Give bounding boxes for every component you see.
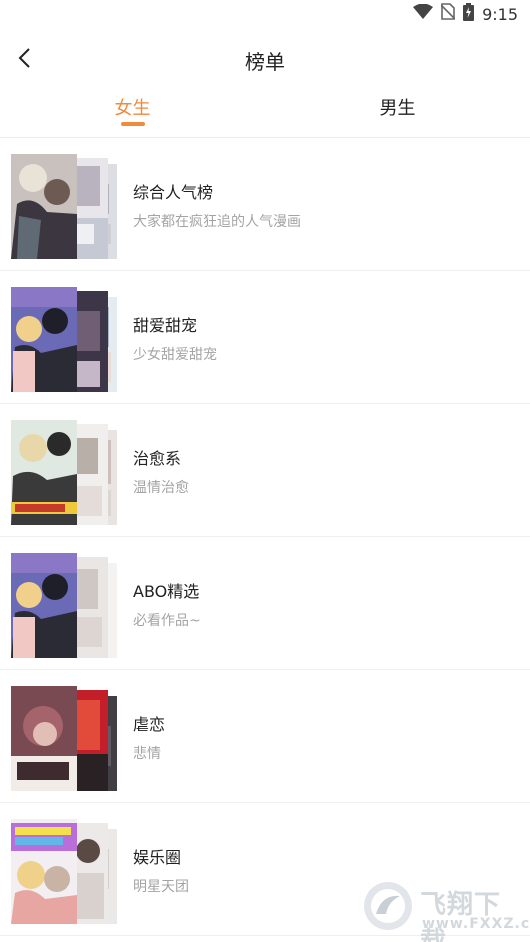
watermark: 飞翔下载 www.FXXZ.com — [362, 880, 530, 942]
ranking-title: 娱乐圈 — [133, 848, 182, 867]
tab-female[interactable]: 女生 — [0, 88, 265, 138]
tab-label: 男生 — [379, 98, 416, 119]
watermark-logo-icon — [362, 882, 414, 936]
ranking-subtitle: 悲情 — [133, 746, 161, 762]
ranking-title: 甜爱甜宠 — [133, 316, 198, 335]
cover-image — [11, 686, 77, 791]
ranking-subtitle: 温情治愈 — [133, 480, 189, 496]
ranking-subtitle: 大家都在疯狂追的人气漫画 — [133, 214, 301, 230]
status-icons: 9:15 — [413, 2, 518, 26]
tab-male[interactable]: 男生 — [265, 88, 530, 138]
battery-charging-icon — [463, 2, 475, 26]
ranking-item[interactable]: 综合人气榜 大家都在疯狂追的人气漫画 — [0, 138, 530, 271]
no-sim-icon — [440, 3, 456, 25]
cover-stack — [11, 553, 117, 658]
cover-image — [11, 553, 77, 658]
cover-stack — [11, 154, 117, 259]
watermark-text: 飞翔下载 — [420, 890, 502, 942]
ranking-item[interactable]: ABO精选 必看作品~ — [0, 537, 530, 670]
ranking-list: 综合人气榜 大家都在疯狂追的人气漫画 甜爱甜宠 少女甜爱甜宠 治愈系 温情治愈 … — [0, 138, 530, 936]
ranking-subtitle: 少女甜爱甜宠 — [133, 347, 217, 363]
ranking-item[interactable]: 治愈系 温情治愈 — [0, 404, 530, 537]
watermark-domain: www.FXXZ.com — [422, 916, 530, 932]
ranking-title: 综合人气榜 — [133, 183, 214, 202]
cover-stack — [11, 287, 117, 392]
wifi-icon — [413, 3, 434, 25]
status-bar: 9:15 — [0, 0, 530, 28]
page-title: 榜单 — [245, 50, 285, 74]
ranking-item[interactable]: 甜爱甜宠 少女甜爱甜宠 — [0, 271, 530, 404]
ranking-title: 虐恋 — [133, 715, 166, 734]
status-time: 9:15 — [482, 4, 518, 24]
ranking-item[interactable]: 虐恋 悲情 — [0, 670, 530, 803]
tab-active-indicator — [120, 122, 145, 126]
cover-stack — [11, 420, 117, 525]
cover-image — [11, 154, 77, 259]
cover-stack — [11, 819, 117, 924]
ranking-title: 治愈系 — [133, 449, 182, 468]
cover-image — [11, 287, 77, 392]
cover-image — [11, 420, 77, 525]
cover-image — [11, 819, 77, 924]
nav-bar: 榜单 — [0, 30, 530, 90]
ranking-title: ABO精选 — [133, 582, 200, 601]
ranking-subtitle: 必看作品~ — [133, 613, 201, 629]
cover-stack — [11, 686, 117, 791]
ranking-subtitle: 明星天团 — [133, 879, 189, 895]
gender-tabs: 女生 男生 — [0, 88, 530, 138]
tab-label: 女生 — [114, 98, 151, 119]
